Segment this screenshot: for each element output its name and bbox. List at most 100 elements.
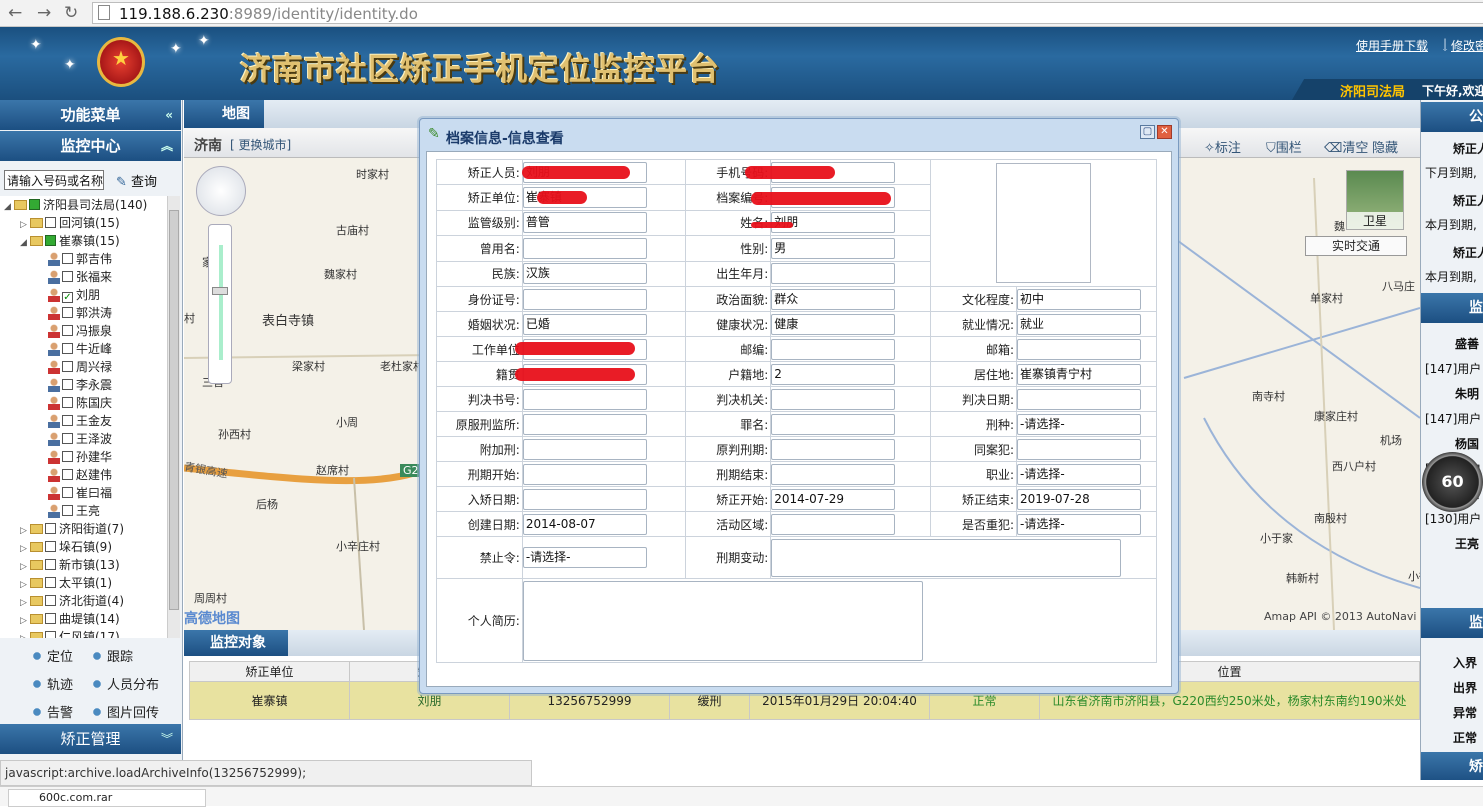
tree-node-town[interactable]: ▷ 垛石镇(9) [20,538,112,556]
monitor-tab[interactable]: 监控对象 [184,630,288,656]
zoom-knob[interactable] [212,287,228,295]
field-residence[interactable]: 崔寨镇青宁村 [1017,363,1142,385]
checkbox[interactable] [45,631,56,638]
tree-node-person[interactable]: 崔曰福 [48,484,112,502]
user-name[interactable]: 盛善 [1425,335,1479,352]
tree-node-town[interactable]: ▷ 济阳街道(7) [20,520,124,538]
locate-button[interactable]: 定位 [30,646,73,665]
expand-icon[interactable]: ◢ [4,198,14,216]
manual-download-link[interactable]: 使用手册下载 [1356,37,1428,54]
tree-node-person[interactable]: 李永震 [48,376,112,394]
notice-detail[interactable]: 本月到期, [1425,216,1477,233]
field-ethnicity[interactable]: 汉族 [522,263,647,285]
checkbox[interactable] [45,559,56,570]
monitor-list-header[interactable]: 监 [1421,293,1483,323]
track-button[interactable]: 跟踪 [90,646,133,665]
field-term-end[interactable] [771,463,896,485]
checkbox[interactable] [62,469,73,480]
tree-node-person[interactable]: ✓ 刘朋 [48,286,100,304]
tree-node-person[interactable]: 王泽波 [48,430,112,448]
checkbox[interactable] [45,523,56,534]
field-former-name[interactable] [522,237,647,259]
select-ban[interactable]: -请选择- [522,547,647,568]
tree-node-person[interactable]: 孙建华 [48,448,112,466]
correction-header[interactable]: 矫 [1421,752,1483,780]
field-birth[interactable] [771,263,896,285]
chevron-down-icon[interactable]: ︾ [161,724,173,754]
field-accomplice[interactable] [1017,438,1142,460]
map-tool-mark[interactable]: ✧标注 [1204,137,1241,156]
tree-node-person[interactable]: 王亮 [48,502,100,520]
field-judgment-org[interactable] [771,388,896,410]
field-prison[interactable] [522,413,647,435]
close-icon[interactable]: ✕ [1157,125,1172,139]
change-city-link[interactable]: [ 更换城市] [230,136,291,153]
status-header[interactable]: 监 [1421,608,1483,638]
user-detail[interactable]: [130]用户 [1425,510,1481,527]
checkbox[interactable] [45,235,56,246]
function-menu-header[interactable]: 功能菜单 « [0,100,181,130]
user-name[interactable]: 朱明 [1425,385,1479,402]
field-corr-start[interactable]: 2014-07-29 [771,488,896,510]
status-filter-item[interactable]: 异常 [1425,704,1477,721]
tree-node-town[interactable]: ▷ 新市镇(13) [20,556,120,574]
download-item[interactable]: 600c.com.rar [8,789,206,807]
checkbox[interactable] [62,343,73,354]
traffic-button[interactable]: 实时交通 [1305,236,1407,256]
tree-node-town[interactable]: ▷ 曲堤镇(14) [20,610,120,628]
reload-icon[interactable]: ↻ [64,3,78,23]
back-arrow-icon[interactable]: ← [8,3,22,23]
distribution-button[interactable]: 人员分布 [90,674,159,693]
tree-node-town[interactable]: ▷ 回河镇(15) [20,214,120,232]
tree-node-person[interactable]: 郭吉伟 [48,250,112,268]
checkbox[interactable] [45,541,56,552]
status-filter-item[interactable]: 出界 [1425,679,1477,696]
select-sentence-type[interactable]: -请选择- [1017,413,1142,435]
collapse-icon[interactable]: ◢ [20,234,30,252]
field-household[interactable]: 2 [771,363,896,385]
correction-management-header[interactable]: 矫正管理 ︾ [0,724,181,754]
map-tab[interactable]: 地图 [184,100,264,128]
trajectory-button[interactable]: 轨迹 [30,674,73,693]
forward-arrow-icon[interactable]: → [37,3,51,23]
map-tool-hide[interactable]: 隐藏 [1372,137,1398,156]
field-extra-penalty[interactable] [522,438,647,460]
map-pan-control[interactable] [196,166,246,216]
field-area[interactable] [771,513,896,535]
checkbox[interactable] [45,595,56,606]
user-name[interactable]: 杨国 [1425,435,1479,452]
field-term-start[interactable] [522,463,647,485]
checkbox[interactable] [62,361,73,372]
tree-node-person[interactable]: 郭洪涛 [48,304,112,322]
field-health[interactable]: 健康 [771,313,896,335]
textarea-resume[interactable] [522,580,923,661]
scrollbar-thumb[interactable] [169,210,179,610]
field-education[interactable]: 初中 [1017,288,1142,310]
checkbox[interactable] [62,415,73,426]
field-crime[interactable] [771,413,896,435]
tree-node-person[interactable]: 冯振泉 [48,322,112,340]
query-button[interactable]: ✎ 查询 [116,171,157,190]
checkbox[interactable] [62,379,73,390]
tree-node-town[interactable]: ▷ 仁风镇(17) [20,628,120,638]
field-employment[interactable]: 就业 [1017,313,1142,335]
field-id-no[interactable] [522,288,647,310]
user-detail[interactable]: [147]用户 [1425,360,1481,377]
user-name[interactable]: 王亮 [1425,535,1479,552]
tree-node-root[interactable]: ◢ 济阳县司法局(140) [4,196,147,214]
tree-node-person[interactable]: 牛近峰 [48,340,112,358]
select-occupation[interactable]: -请选择- [1017,463,1142,485]
search-input[interactable] [4,170,104,190]
tree-node-person[interactable]: 赵建伟 [48,466,112,484]
map-tool-clear[interactable]: ⌫清空 [1324,137,1368,156]
expand-icon[interactable]: ▷ [20,630,30,638]
field-level[interactable]: 普管 [522,212,647,234]
checkbox[interactable] [29,199,40,210]
field-created[interactable]: 2014-08-07 [522,513,647,535]
field-judgment-no[interactable] [522,388,647,410]
tree-node-person[interactable]: 王金友 [48,412,112,430]
checkbox[interactable] [62,325,73,336]
tree-node-town[interactable]: ▷ 济北街道(4) [20,592,124,610]
photo-return-button[interactable]: 图片回传 [90,702,159,721]
checkbox[interactable] [45,577,56,588]
